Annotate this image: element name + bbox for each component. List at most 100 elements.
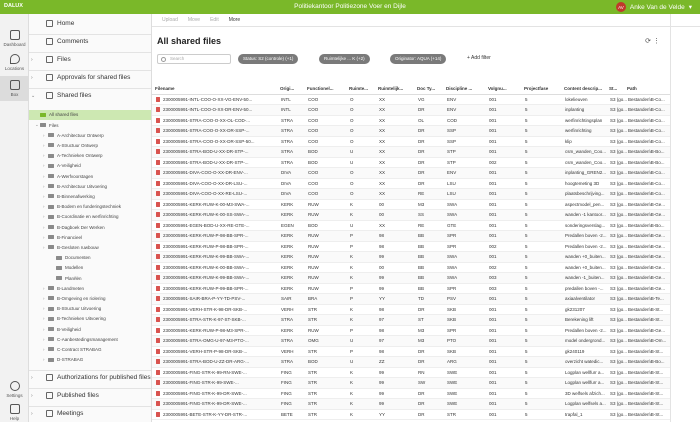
table-row[interactable]: 2300005991-STRA-OMG-U-97-M3-PTO-... STRA O… [152, 335, 670, 347]
column-header[interactable]: Filename [152, 84, 280, 95]
tree-item[interactable]: › A-Technieken Ontwerp 6 [43, 151, 103, 161]
filter-chip-status[interactable]: Status: S2 (controle) (+1) [238, 54, 299, 64]
column-header[interactable]: Projectfase [524, 84, 564, 95]
more-button[interactable]: More [229, 17, 240, 23]
nav-comments[interactable]: Comments [29, 34, 151, 48]
table-row[interactable]: 2300005991-VERH-STR-P-98-DR-SKB-... VERH S… [152, 346, 670, 357]
column-header[interactable]: Path [627, 84, 670, 95]
project-title[interactable]: Politiekantoor Politiezone Voer en Dijle [0, 3, 700, 10]
tree-item[interactable]: Modellen [51, 263, 83, 273]
table-row[interactable]: 2300005991-BETE-STR-K-YY-DR-STR-... BETE S… [152, 409, 670, 420]
tree-item[interactable]: All shared files [29, 110, 151, 120]
table-row[interactable]: 2300005991-DIVA-COO-O-XX-RE-LSU-... DIVA C… [152, 188, 670, 200]
file-name-cell[interactable]: 2300005991-STRA-STR-K-97-ST-SKB-... [152, 314, 280, 326]
search-input[interactable]: Search [157, 54, 231, 64]
table-row[interactable]: 2300005991-KERK-RUW-P-99-BB-SPR-... KERK R… [152, 283, 670, 294]
file-name-cell[interactable]: 2300005991-FING-STR-K-99-DR-SWE-... [152, 398, 280, 410]
file-name-cell[interactable]: 2300005991-KERK-RUW-K-99-BB-SWA-... [152, 272, 280, 284]
tree-item[interactable]: ⌄ Files [35, 120, 59, 130]
tree-item[interactable]: › A-Werfvoorstagen [43, 171, 93, 181]
file-name-cell[interactable]: 2300005991-DIVA-COO-O-XX-RE-LSU-... [152, 188, 280, 200]
file-name-cell[interactable]: 2300005991-KERK-RUW-P-99-BB-SPR-... [152, 283, 280, 294]
tree-item[interactable]: › B-Coordinatie en werfinrichting [43, 212, 119, 222]
tree-item[interactable]: › B-Landmeten [43, 283, 84, 293]
column-header[interactable]: Ruimtelijk... [378, 84, 417, 95]
rail-help[interactable]: Help [0, 404, 29, 421]
tree-item[interactable]: › A-Veiligheid [43, 161, 81, 171]
column-header[interactable]: Content descrip... [564, 84, 609, 95]
file-name-cell[interactable]: 2300005991-KERK-RUW-P-98-M3-SPR-... [152, 325, 280, 336]
file-name-cell[interactable]: 2300005991-INTL-COO-O-XX-DR-ENV-50... [152, 104, 280, 116]
nav-published[interactable]: › Published files [29, 388, 151, 402]
tree-item[interactable]: Documenten 29 [51, 253, 91, 263]
tree-item[interactable]: › B-Financieel [43, 232, 82, 242]
tree-item[interactable]: › D-STRABAG [43, 355, 83, 365]
add-filter-button[interactable]: + Add filter [467, 55, 491, 61]
file-name-cell[interactable]: 2300005991-KERK-RUW-K-00-BB-SWA-... [152, 262, 280, 273]
table-row[interactable]: 2300005991-DIVA-COO-O-XX-DR-ENV-... DIVA C… [152, 167, 670, 179]
chevron-down-icon[interactable]: ▾ [689, 3, 692, 11]
table-row[interactable]: 2300005991-STRA-BOD-U-XX-DR-STP-... STRA B… [152, 157, 670, 168]
table-row[interactable]: 2300005991-FING-STR-K-99-DR-SWE-... FING S… [152, 388, 670, 399]
tree-item[interactable]: Plannen 29 [51, 273, 82, 283]
column-header[interactable]: Doc Ty... [417, 84, 446, 95]
nav-files[interactable]: › Files [29, 52, 151, 66]
table-row[interactable]: 2300005991-KERK-RUW-K-00-M3-SWA-... KERK R… [152, 199, 670, 210]
tree-item[interactable]: › B-Structuur Uitvoering [43, 304, 101, 314]
table-row[interactable]: 2300005991-KERK-RUW-P-98-BB-SPR-... KERK R… [152, 241, 670, 252]
user-menu[interactable]: AV Anke Van de Velde ▾ [615, 2, 692, 12]
rail-locations[interactable]: Locations [0, 54, 29, 71]
kebab-menu-icon[interactable]: ⋮ [653, 38, 660, 45]
file-name-cell[interactable]: 2300005991-FING-STR-K-99-DR-SWE-... [152, 388, 280, 399]
avatar[interactable]: AV [615, 2, 626, 12]
table-row[interactable]: 2300005991-INTL-COO-O-XX-VG-ENV-50... INT… [152, 94, 670, 105]
table-row[interactable]: 2300005991-STRA-BOD-U-XX-DR-STP-... STRA B… [152, 146, 670, 158]
rail-box[interactable]: Box [0, 76, 29, 101]
table-row[interactable]: 2300005991-STRA-COO-O-XX-DR-SSP-... STRA C… [152, 125, 670, 137]
file-name-cell[interactable]: 2300005991-VERH-STR-P-98-DR-SKB-... [152, 346, 280, 357]
table-row[interactable]: 2300005991-KERK-RUW-P-98-BB-SPR-... KERK R… [152, 230, 670, 242]
upload-button[interactable]: Upload [162, 17, 178, 23]
file-name-cell[interactable]: 2300005991-INTL-COO-O-XX-VG-ENV-50... [152, 94, 280, 105]
tree-item[interactable]: › A-Structuur Ontwerp [43, 141, 98, 151]
file-name-cell[interactable]: 2300005991-STRA-BOD-U-XX-DR-STP-... [152, 157, 280, 168]
file-name-cell[interactable]: 2300005991-KERK-RUW-K-00-SS-SWA-... [152, 209, 280, 221]
tree-item[interactable]: › B-Omgeving en riolering [43, 294, 106, 304]
table-row[interactable]: 2300005991-KERK-RUW-P-98-M3-SPR-... KERK R… [152, 325, 670, 336]
file-name-cell[interactable]: 2300005991-EGEN-BOD-U-XX-RE-GTE-... [152, 220, 280, 231]
file-name-cell[interactable]: 2300005991-VERH-STR-K-98-DR-SKB-... [152, 304, 280, 315]
table-row[interactable]: 2300005991-STRA-BOD-U-ZZ-DR-ARG-... STRA B… [152, 356, 670, 368]
table-row[interactable]: 2300005991-KERK-RUW-K-00-SS-SWA-... KERK R… [152, 209, 670, 221]
move-button[interactable]: Move [188, 17, 200, 23]
file-name-cell[interactable]: 2300005991-KERK-RUW-K-99-BB-SWA-... [152, 251, 280, 263]
column-header[interactable]: Origi... [280, 84, 307, 95]
tree-item[interactable]: › B-Veiligheid [43, 324, 81, 334]
file-name-cell[interactable]: 2300005991-DIVA-COO-O-XX-DR-ENV-... [152, 167, 280, 179]
file-name-cell[interactable]: 2300005991-STRA-COO-O-XX-OL-COD-... [152, 115, 280, 126]
file-name-cell[interactable]: 2300005991-FING-STR-K-99-RN-SWE-... [152, 367, 280, 378]
file-name-cell[interactable]: 2300005991-STRA-COO-O-XX-DR-SSP-... [152, 125, 280, 137]
tree-item[interactable]: › B-Binnenafwerking [43, 192, 95, 202]
nav-shared-files[interactable]: ⌄ Shared files [29, 88, 151, 102]
table-row[interactable]: 2300005991-EGEN-BOD-U-XX-RE-GTE-... EGEN B… [152, 220, 670, 231]
tree-item[interactable]: › C-Contract STRABAG [43, 345, 102, 355]
user-name[interactable]: Anke Van de Velde [630, 4, 685, 11]
file-name-cell[interactable]: 2300005991-KERK-RUW-K-00-M3-SWA-... [152, 199, 280, 210]
table-row[interactable]: 2300005991-KERK-RUW-K-99-BB-SWA-... KERK R… [152, 272, 670, 284]
column-header[interactable]: St... [609, 84, 627, 95]
rail-settings[interactable]: Settings [0, 381, 29, 398]
table-row[interactable]: 2300005991-SAIR-BRA-P-YY-TD-PSV-... SAIR B… [152, 293, 670, 305]
tree-item[interactable]: › B-Architectuur Uitvoering [43, 181, 107, 191]
filter-chip-ruimtelijke[interactable]: Ruimtelijke ... K (+2) [319, 54, 370, 64]
column-header[interactable]: Ruimte... [349, 84, 378, 95]
column-header[interactable]: Functionel... [307, 84, 349, 95]
table-row[interactable]: 2300005991-FING-STR-K-99-SWE-... FING STR K… [152, 377, 670, 389]
file-name-cell[interactable]: 2300005991-STRA-OMG-U-97-M3-PTO-... [152, 335, 280, 347]
nav-approvals[interactable]: › Approvals for shared files [29, 70, 151, 84]
table-row[interactable]: 2300005991-DIVA-COO-O-XX-DR-LSU-... DIVA C… [152, 178, 670, 189]
tree-item[interactable]: › B-Gesloten ruwbouw [43, 243, 99, 253]
table-row[interactable]: 2300005991-KERK-RUW-K-99-BB-SWA-... KERK R… [152, 251, 670, 263]
file-name-cell[interactable]: 2300005991-STRA-BOD-U-XX-DR-STP-... [152, 146, 280, 158]
file-name-cell[interactable]: 2300005991-BETE-STR-K-YY-DR-STR-... [152, 409, 280, 420]
tree-item[interactable]: › A-Architectuur Ontwerp [43, 130, 104, 140]
